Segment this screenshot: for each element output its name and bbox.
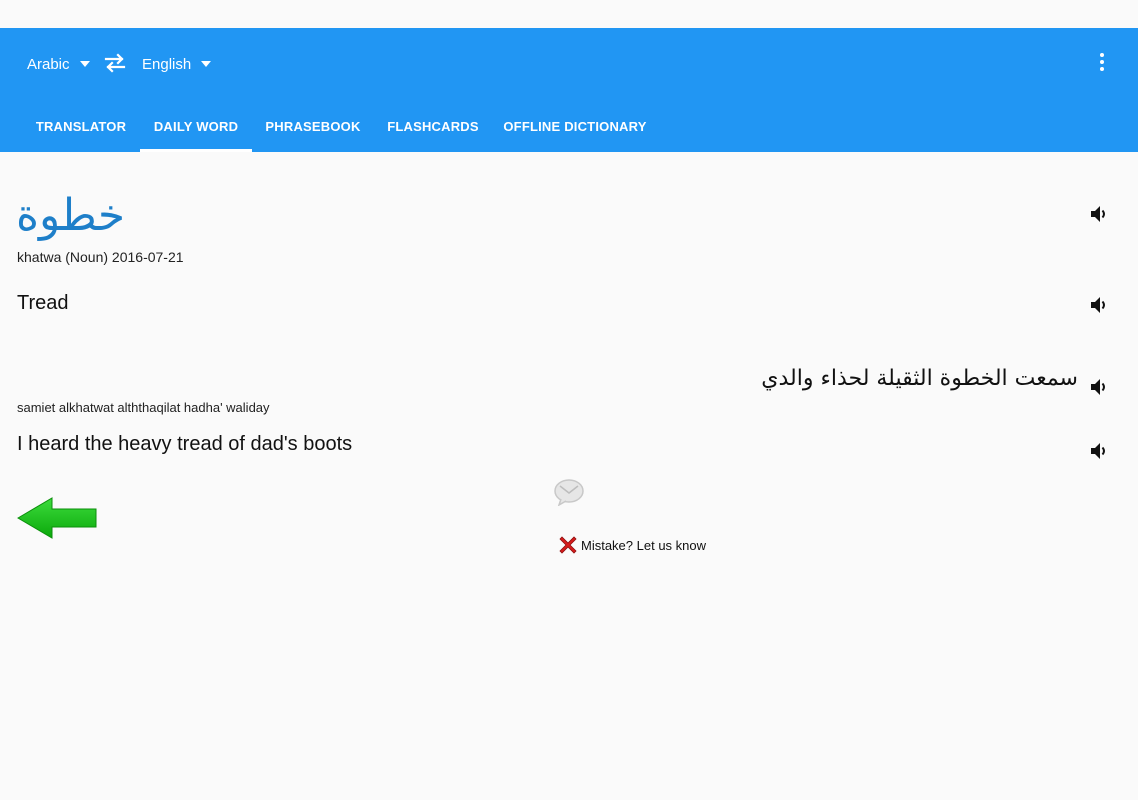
language-selector-row: Arabic English xyxy=(0,28,1138,98)
daily-word-panel: خطوة khatwa (Noun) 2016-07-21 Tread سمعت… xyxy=(0,152,1138,800)
source-language-label: Arabic xyxy=(27,55,70,73)
mistake-label: Mistake? Let us know xyxy=(581,537,707,553)
word-meta: khatwa (Noun) 2016-07-21 xyxy=(17,249,184,265)
speaker-icon[interactable] xyxy=(1088,293,1112,317)
tab-bar: TRANSLATOR DAILY WORD PHRASEBOOK FLASHCA… xyxy=(0,112,1138,152)
source-language-dropdown[interactable]: Arabic xyxy=(27,52,90,76)
speech-bubble-icon[interactable] xyxy=(553,478,585,506)
word-translation: Tread xyxy=(17,292,69,314)
target-language-label: English xyxy=(142,55,192,73)
app-bar: Arabic English TRANSLATOR DAILY WORD PHR… xyxy=(0,28,1138,152)
dropdown-caret-icon xyxy=(201,61,212,67)
tab-phrasebook[interactable]: PHRASEBOOK xyxy=(252,112,374,152)
tab-flashcards[interactable]: FLASHCARDS xyxy=(374,112,492,152)
tab-daily-word[interactable]: DAILY WORD xyxy=(140,112,252,152)
daily-word-arabic: خطوة xyxy=(16,190,126,241)
status-bar xyxy=(0,0,1138,28)
report-mistake-link[interactable]: Mistake? Let us know xyxy=(556,533,706,557)
dropdown-caret-icon xyxy=(79,61,90,67)
tab-translator[interactable]: TRANSLATOR xyxy=(22,112,140,152)
target-language-dropdown[interactable]: English xyxy=(142,52,212,76)
speaker-icon[interactable] xyxy=(1088,375,1112,399)
red-x-icon xyxy=(559,536,577,554)
speaker-icon[interactable] xyxy=(1088,202,1112,226)
green-left-arrow-icon[interactable] xyxy=(16,496,98,540)
example-transliteration: samiet alkhatwat alththaqilat hadha' wal… xyxy=(17,400,270,415)
speaker-icon[interactable] xyxy=(1088,439,1112,463)
swap-arrows-icon[interactable] xyxy=(102,50,128,76)
tab-offline-dictionary[interactable]: OFFLINE DICTIONARY xyxy=(492,112,658,152)
example-sentence-english: I heard the heavy tread of dad's boots xyxy=(17,433,353,455)
example-sentence-arabic: سمعت الخطوة الثقيلة لحذاء والدي xyxy=(761,366,1078,391)
more-vert-icon[interactable] xyxy=(1092,50,1112,78)
